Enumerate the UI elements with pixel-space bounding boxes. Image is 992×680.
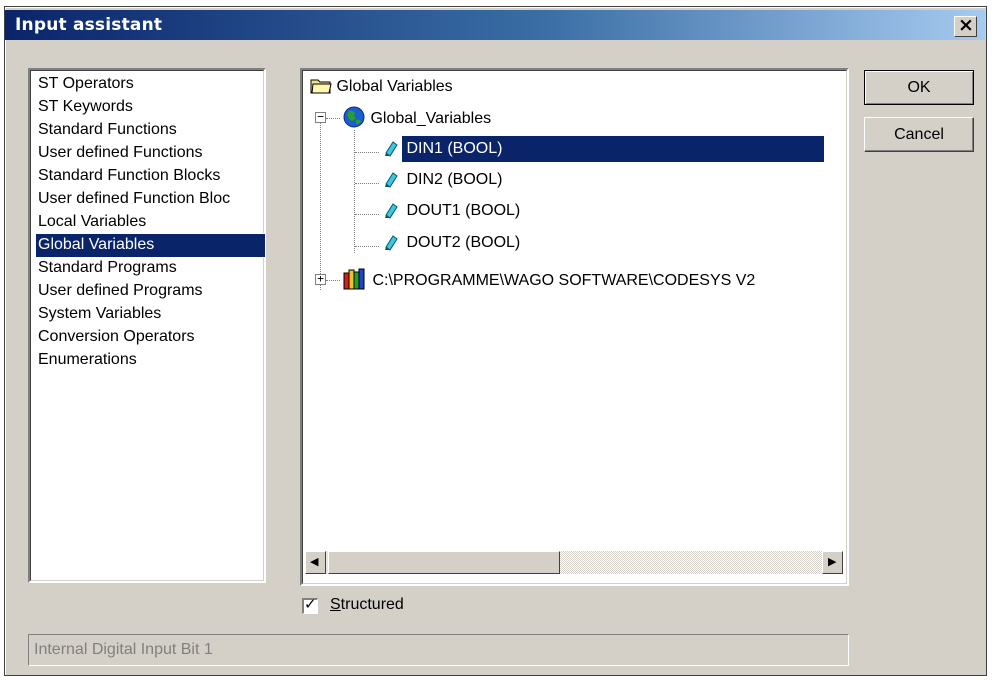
description-text: Internal Digital Input Bit 1	[34, 641, 213, 658]
tree-variable-row[interactable]: DOUT2 (BOOL)	[382, 230, 520, 256]
tree-group-row[interactable]: Global_Variables	[342, 105, 491, 131]
structured-label[interactable]: Structured	[330, 596, 404, 614]
tree-variable-label: DIN2 (BOOL)	[406, 171, 503, 188]
arrow-left-icon: ◀	[310, 556, 319, 568]
list-item[interactable]: Conversion Operators	[36, 326, 197, 349]
collapse-toggle[interactable]: −	[315, 111, 326, 123]
scrollbar-thumb[interactable]	[328, 551, 560, 574]
title-bar[interactable]: Input assistant	[5, 10, 985, 40]
list-item-selected[interactable]: Global Variables	[35, 233, 266, 258]
list-item[interactable]: System Variables	[36, 303, 163, 326]
expand-toggle[interactable]: +	[315, 273, 326, 285]
arrow-right-icon: ▶	[828, 556, 837, 568]
scroll-left-button[interactable]: ◀	[305, 551, 326, 574]
structured-checkbox[interactable]: ✓	[302, 595, 318, 614]
tree-variable-label: DOUT2 (BOOL)	[406, 234, 521, 251]
list-item[interactable]: ST Operators	[36, 73, 136, 96]
globe-icon	[343, 106, 365, 128]
category-list[interactable]: ST Operators ST Keywords Standard Functi…	[28, 68, 266, 583]
scrollbar-track[interactable]	[560, 551, 822, 574]
variable-icon	[385, 203, 398, 219]
ok-button[interactable]: OK	[864, 70, 974, 105]
close-icon: ×	[958, 14, 974, 36]
tree-root-row[interactable]: Global Variables	[310, 74, 453, 100]
list-item[interactable]: User defined Programs	[36, 280, 205, 303]
tree-group-label: Global_Variables	[370, 110, 492, 127]
folder-open-icon	[310, 79, 332, 94]
checkmark-icon: ✓	[304, 595, 317, 613]
list-item[interactable]: Standard Function Blocks	[36, 165, 222, 188]
cancel-button[interactable]: Cancel	[864, 117, 974, 152]
list-item[interactable]: Enumerations	[36, 349, 139, 372]
list-item[interactable]: Standard Functions	[36, 119, 179, 142]
list-item[interactable]: User defined Functions	[36, 142, 205, 165]
tree-root-label: Global Variables	[336, 78, 453, 95]
variable-icon	[385, 235, 398, 251]
tree-variable-label-selected: DIN1 (BOOL)	[402, 136, 825, 162]
tree-variable-row[interactable]: DIN1 (BOOL)	[382, 136, 825, 162]
list-item[interactable]: ST Keywords	[36, 96, 135, 119]
tree-variable-row[interactable]: DIN2 (BOOL)	[382, 167, 502, 193]
library-books-icon	[343, 268, 365, 290]
tree-variable-row[interactable]: DOUT1 (BOOL)	[382, 198, 520, 224]
close-button[interactable]: ×	[954, 14, 977, 37]
tree-library-row[interactable]: C:\PROGRAMME\WAGO SOFTWARE\CODESYS V2	[342, 267, 755, 293]
description-field: Internal Digital Input Bit 1	[28, 634, 849, 666]
scroll-right-button[interactable]: ▶	[822, 551, 843, 574]
horizontal-scrollbar[interactable]: ◀ ▶	[305, 551, 843, 574]
variable-tree[interactable]: Global Variables − Global_Variables DIN1…	[300, 68, 849, 586]
tree-library-label: C:\PROGRAMME\WAGO SOFTWARE\CODESYS V2	[372, 272, 756, 289]
variable-icon	[385, 172, 398, 188]
variable-icon	[385, 141, 398, 157]
list-item[interactable]: Local Variables	[36, 211, 148, 234]
tree-variable-label: DOUT1 (BOOL)	[406, 202, 521, 219]
window-title: Input assistant	[15, 15, 163, 35]
list-item[interactable]: User defined Function Bloc	[36, 188, 232, 211]
list-item[interactable]: Standard Programs	[36, 257, 179, 280]
